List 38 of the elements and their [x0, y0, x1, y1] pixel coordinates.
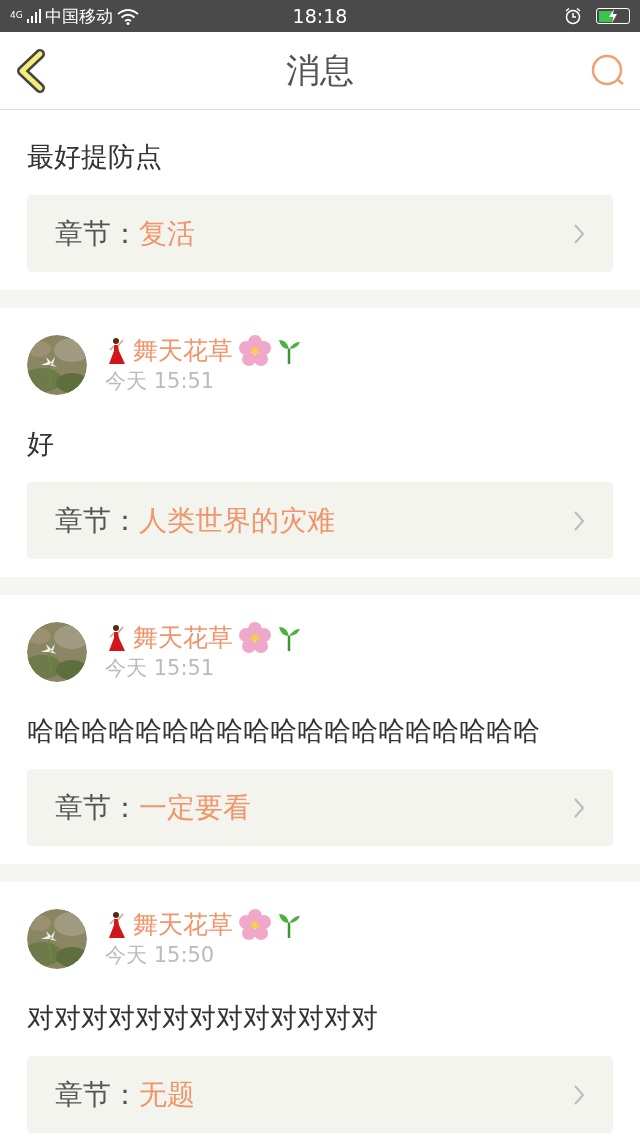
battery-icon: [596, 8, 630, 24]
chapter-link[interactable]: 章节：无题: [27, 1056, 613, 1133]
chapter-title: 复活: [139, 215, 195, 252]
chapter-link[interactable]: 章节：一定要看: [27, 769, 613, 846]
carrier-name: 中国移动: [44, 4, 113, 28]
chapter-link[interactable]: 章节：人类世界的灾难: [27, 482, 613, 559]
message-time: 今天 15:51: [105, 368, 216, 395]
page-title: 消息: [286, 48, 354, 92]
chapter-label: 章节：: [55, 789, 139, 826]
alarm-icon: [564, 7, 582, 25]
chapter-title: 一定要看: [139, 789, 251, 826]
message-text: 好: [27, 427, 55, 461]
chapter-label: 章节：: [55, 215, 139, 252]
chapter-label: 章节：: [55, 1076, 139, 1113]
author-name: 舞天花草: [133, 622, 233, 654]
chapter-title: 人类世界的灾难: [139, 502, 335, 539]
message-text: 对对对对对对对对对对对对对: [27, 1001, 379, 1035]
chapter-title: 无题: [139, 1076, 195, 1113]
message-text: 哈哈哈哈哈哈哈哈哈哈哈哈哈哈哈哈哈哈哈: [27, 714, 541, 748]
chapter-link[interactable]: 章节：复活: [27, 195, 613, 272]
author-name: 舞天花草: [133, 335, 233, 367]
message-time: 今天 15:51: [105, 655, 216, 682]
flower-icon: [239, 334, 271, 367]
message-time: 今天 15:50: [105, 942, 216, 969]
wifi-icon: [116, 7, 139, 25]
signal-icon: [26, 8, 41, 24]
chevron-icon: [573, 796, 585, 819]
chevron-icon: [573, 509, 585, 532]
flower-icon: [239, 908, 271, 941]
clock-time: 18:18: [292, 5, 348, 27]
chevron-icon: [573, 1083, 585, 1106]
network-type: 4G: [10, 9, 23, 20]
back-button[interactable]: [14, 48, 48, 93]
chevron-icon: [573, 222, 585, 245]
chapter-label: 章节：: [55, 502, 139, 539]
author-name: 舞天花草: [133, 909, 233, 941]
message-text: 最好提防点: [27, 140, 163, 174]
flower-icon: [239, 621, 271, 654]
